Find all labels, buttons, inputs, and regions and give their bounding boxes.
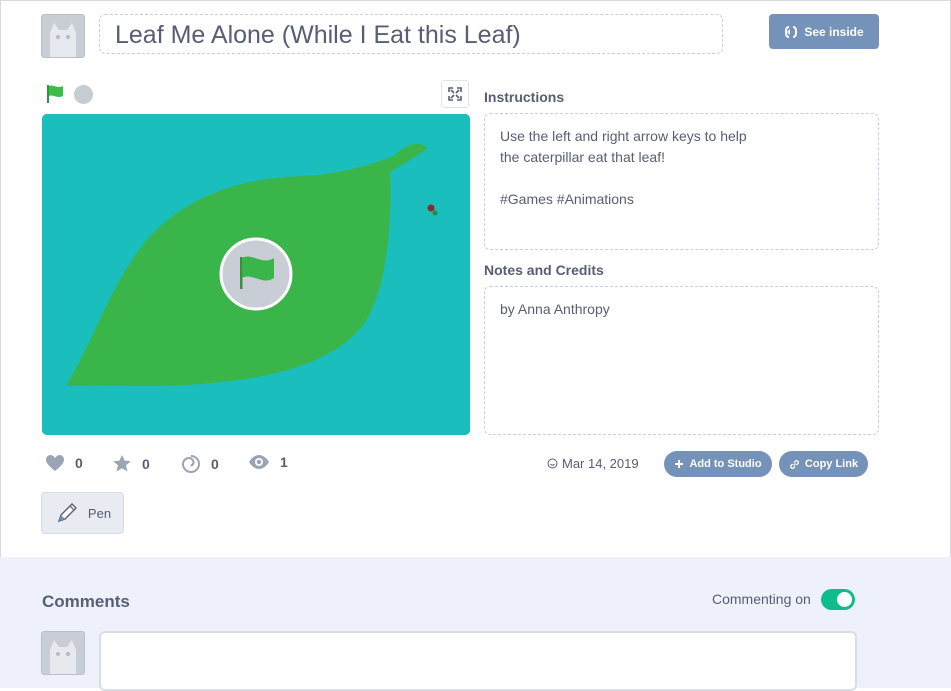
heart-icon: [46, 455, 64, 471]
share-date: Mar 14, 2019: [547, 456, 639, 471]
love-stat[interactable]: 0: [45, 454, 83, 472]
copy-link-label: Copy Link: [804, 458, 859, 470]
stop-button[interactable]: [74, 85, 93, 104]
fullscreen-button[interactable]: [441, 80, 469, 108]
love-count: 0: [75, 455, 83, 471]
copy-link-button[interactable]: Copy Link: [779, 451, 868, 477]
see-inside-label: See inside: [804, 24, 864, 39]
favorite-stat[interactable]: 0: [112, 454, 150, 473]
start-flag-overlay: [219, 237, 293, 311]
share-date-text: Mar 14, 2019: [562, 456, 639, 471]
comments-heading: Comments: [42, 592, 130, 611]
pen-extension-label: Pen: [87, 505, 112, 521]
green-flag-icon: [47, 85, 63, 103]
cat-avatar-icon: [42, 15, 84, 57]
project-stage[interactable]: [42, 114, 470, 435]
clock-icon: [547, 458, 558, 469]
instructions-heading: Instructions: [484, 89, 565, 105]
commenting-toggle-label: Commenting on: [712, 591, 811, 607]
pen-icon: [57, 503, 77, 523]
favorite-count: 0: [142, 455, 150, 472]
remix-stat: 0: [181, 454, 219, 474]
see-inside-button[interactable]: See inside: [769, 14, 879, 49]
green-flag-button[interactable]: [45, 84, 67, 104]
cat-avatar-icon: [42, 632, 84, 674]
instructions-line: Use the left and right arrow keys to hel…: [500, 128, 747, 144]
instructions-panel[interactable]: Use the left and right arrow keys to hel…: [484, 113, 879, 250]
views-count: 1: [280, 454, 288, 470]
notes-heading: Notes and Credits: [484, 262, 604, 278]
fullscreen-icon: [448, 87, 462, 101]
instructions-tags: #Games #Animations: [500, 191, 634, 207]
project-title-input[interactable]: Leaf Me Alone (While I Eat this Leaf): [99, 14, 723, 54]
notes-panel[interactable]: by Anna Anthropy: [484, 286, 879, 435]
stage-canvas: [42, 114, 470, 435]
remix-count: 0: [211, 456, 219, 472]
notes-text: by Anna Anthropy: [500, 301, 610, 317]
eye-icon: [249, 455, 269, 469]
see-inside-icon: [785, 25, 798, 38]
toggle-knob: [837, 592, 852, 607]
author-avatar[interactable]: [41, 14, 85, 58]
instructions-line: the caterpillar eat that leaf!: [500, 149, 665, 165]
instructions-line: [500, 168, 863, 189]
plus-icon: [675, 460, 684, 468]
link-icon: [789, 459, 799, 469]
commenter-avatar: [41, 631, 85, 675]
add-to-studio-button[interactable]: Add to Studio: [664, 451, 772, 477]
remix-icon: [181, 455, 200, 473]
views-stat: 1: [248, 454, 288, 470]
comment-input[interactable]: [99, 631, 857, 691]
commenting-toggle[interactable]: [821, 589, 855, 610]
pen-extension-chip: Pen: [41, 492, 124, 534]
star-icon: [113, 455, 131, 472]
add-to-studio-label: Add to Studio: [689, 458, 762, 470]
